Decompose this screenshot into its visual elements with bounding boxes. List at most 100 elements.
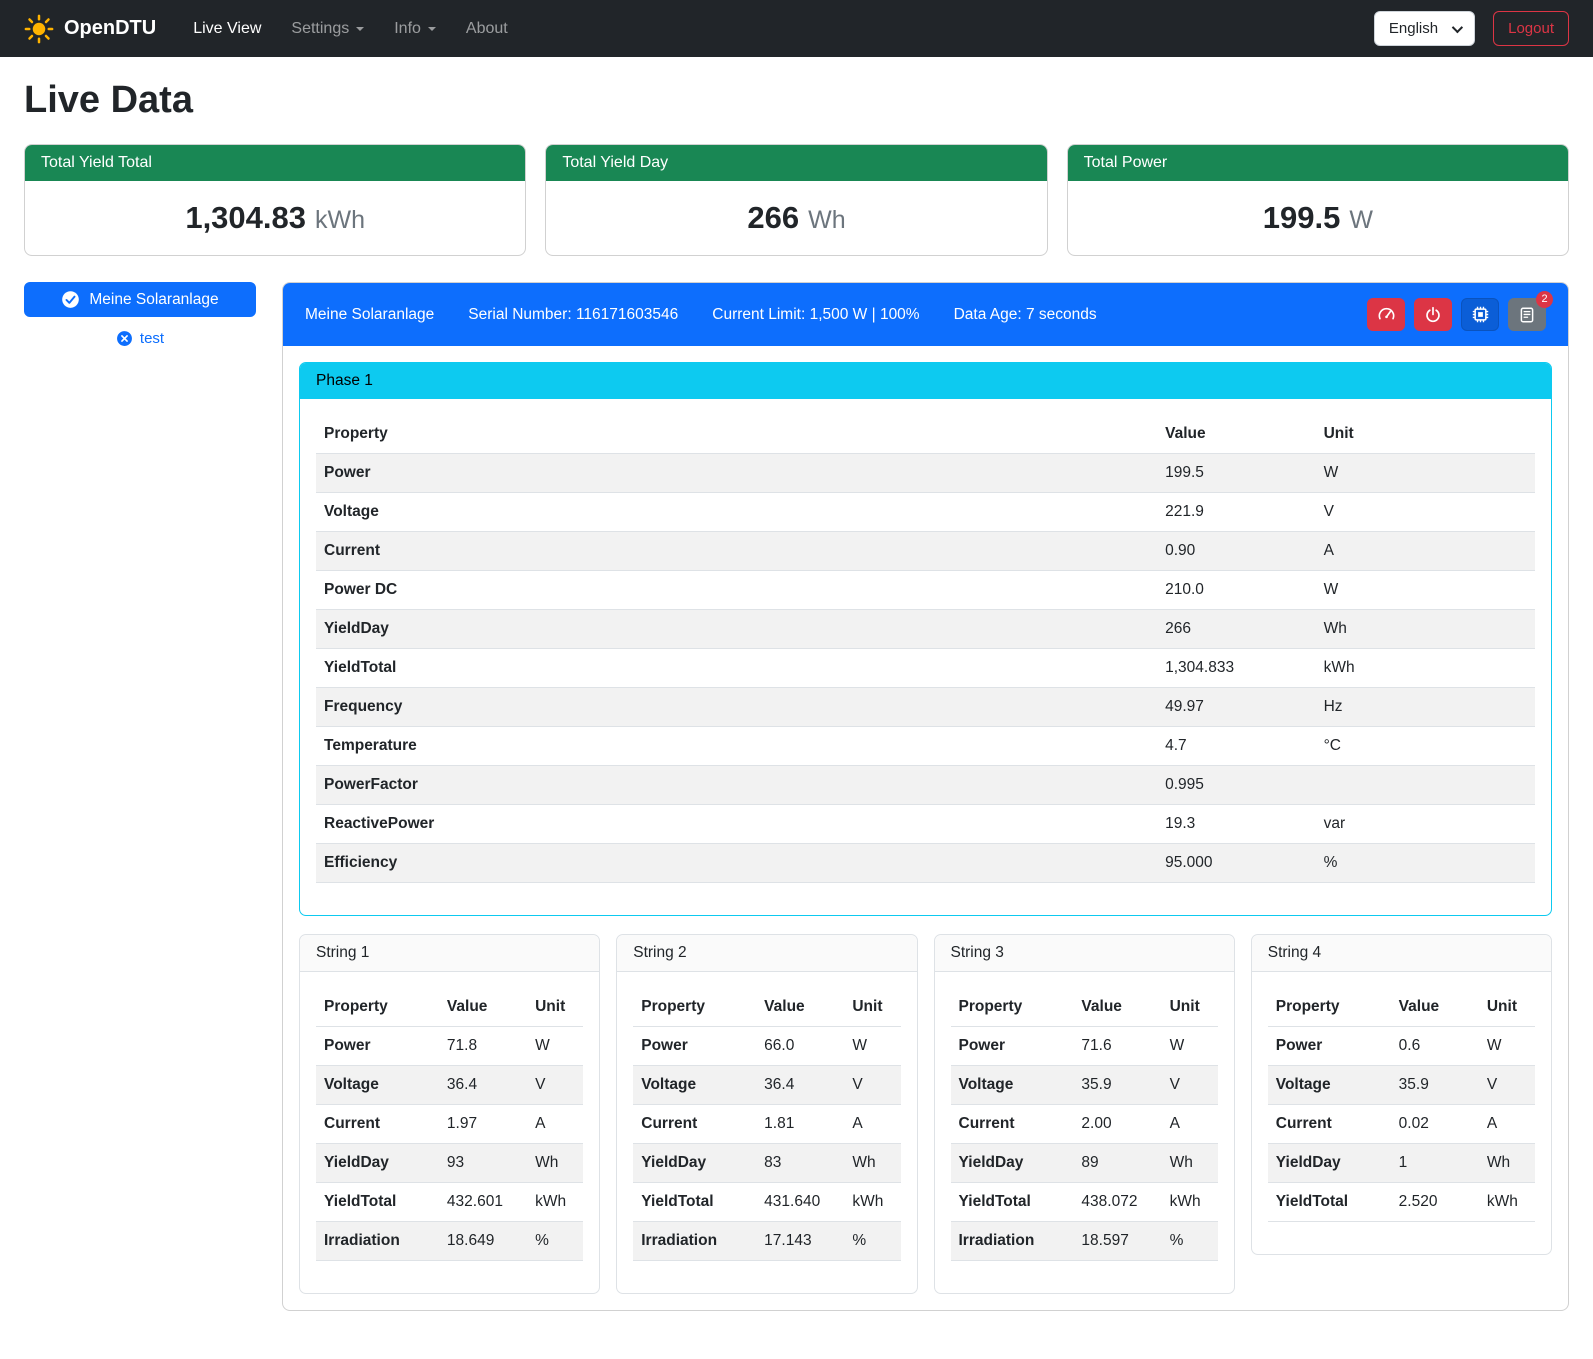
value-cell: 1,304.833 <box>1157 649 1315 688</box>
unit-cell: % <box>527 1222 583 1261</box>
language-select[interactable]: English <box>1374 11 1475 46</box>
cpu-icon <box>1471 305 1490 324</box>
value-cell: 93 <box>439 1144 527 1183</box>
inverter-actions: 2 <box>1367 298 1546 331</box>
value-cell: 0.995 <box>1157 766 1315 805</box>
string-card-body: Property Value Unit Power <box>1252 972 1551 1254</box>
column-header-value: Value <box>439 988 527 1027</box>
nav-item-info-label: Info <box>394 20 421 38</box>
value-cell: 4.7 <box>1157 727 1315 766</box>
device-info-button[interactable] <box>1461 298 1499 331</box>
column-header-property: Property <box>316 415 1157 454</box>
string-card-1: String 1 Property Value Unit <box>299 934 600 1294</box>
property-cell: YieldTotal <box>633 1183 756 1222</box>
value-cell: 36.4 <box>439 1066 527 1105</box>
property-cell: Current <box>1268 1105 1391 1144</box>
inverter-limit: Current Limit: 1,500 W | 100% <box>712 306 919 324</box>
table-row: YieldDay 1 Wh <box>1268 1144 1535 1183</box>
property-cell: YieldDay <box>951 1144 1074 1183</box>
table-row: Irradiation 18.649 % <box>316 1222 583 1261</box>
phase-table: Property Value Unit Power <box>316 415 1535 883</box>
table-row: Irradiation 18.597 % <box>951 1222 1218 1261</box>
property-cell: Power <box>316 454 1157 493</box>
string-card-title: String 3 <box>935 935 1234 972</box>
string-card-body: Property Value Unit Power <box>935 972 1234 1293</box>
summary-card-body: 199.5W <box>1068 181 1568 255</box>
unit-cell: W <box>1162 1027 1218 1066</box>
summary-value: 1,304.83 <box>185 200 306 235</box>
nav-item-live-view[interactable]: Live View <box>178 12 276 46</box>
column-header-unit: Unit <box>844 988 900 1027</box>
unit-cell: V <box>1316 493 1535 532</box>
nav-item-info[interactable]: Info <box>379 12 451 46</box>
unit-cell: A <box>1162 1105 1218 1144</box>
table-row: Current 0.90 A <box>316 532 1535 571</box>
table-header-row: Property Value Unit <box>951 988 1218 1027</box>
column-header-unit: Unit <box>527 988 583 1027</box>
value-cell: 199.5 <box>1157 454 1315 493</box>
value-cell: 0.02 <box>1391 1105 1479 1144</box>
value-cell: 66.0 <box>756 1027 844 1066</box>
summary-card-title: Total Yield Total <box>25 145 525 181</box>
unit-cell: W <box>1316 571 1535 610</box>
unit-cell: % <box>1162 1222 1218 1261</box>
column-header-value: Value <box>1391 988 1479 1027</box>
sidebar-item-meine-solaranlage[interactable]: Meine Solaranlage <box>24 282 256 317</box>
table-row: Voltage 221.9 V <box>316 493 1535 532</box>
limit-settings-button[interactable] <box>1367 298 1405 331</box>
string-table: Property Value Unit Power <box>951 988 1218 1261</box>
navbar: OpenDTU Live View Settings Info About En… <box>0 0 1593 57</box>
column-header-value: Value <box>756 988 844 1027</box>
property-cell: Power DC <box>316 571 1157 610</box>
power-button[interactable] <box>1414 298 1452 331</box>
value-cell: 0.90 <box>1157 532 1315 571</box>
property-cell: Frequency <box>316 688 1157 727</box>
summary-card-body: 266Wh <box>546 181 1046 255</box>
column-header-unit: Unit <box>1479 988 1535 1027</box>
nav-item-about[interactable]: About <box>451 12 523 46</box>
unit-cell: V <box>844 1066 900 1105</box>
table-row: Irradiation 17.143 % <box>633 1222 900 1261</box>
language-select-value: English <box>1389 20 1438 37</box>
content-row: Meine Solaranlage test Meine Solaranlage… <box>24 282 1569 1311</box>
inverter-panel: Meine Solaranlage Serial Number: 1161716… <box>282 282 1569 1311</box>
phase-card-title: Phase 1 <box>300 363 1551 399</box>
sidebar-item-label: Meine Solaranlage <box>89 291 218 309</box>
value-cell: 36.4 <box>756 1066 844 1105</box>
property-cell: YieldDay <box>633 1144 756 1183</box>
unit-cell: V <box>527 1066 583 1105</box>
nav-item-settings[interactable]: Settings <box>276 12 379 46</box>
table-row: Power 71.6 W <box>951 1027 1218 1066</box>
unit-cell: A <box>527 1105 583 1144</box>
page: Live Data Total Yield Total 1,304.83kWh … <box>0 57 1593 1335</box>
property-cell: Temperature <box>316 727 1157 766</box>
table-row: Current 1.81 A <box>633 1105 900 1144</box>
brand[interactable]: OpenDTU <box>24 14 156 44</box>
table-row: PowerFactor 0.995 <box>316 766 1535 805</box>
string-card-title: String 2 <box>617 935 916 972</box>
nav-item-live-view-label: Live View <box>193 20 261 38</box>
sidebar-item-test[interactable]: test <box>24 330 256 347</box>
phase-card: Phase 1 Property Value Unit <box>299 362 1552 916</box>
unit-cell: Wh <box>1162 1144 1218 1183</box>
value-cell: 1.97 <box>439 1105 527 1144</box>
logout-button[interactable]: Logout <box>1493 11 1569 46</box>
summary-value: 266 <box>747 200 799 235</box>
table-row: YieldTotal 2.520 kWh <box>1268 1183 1535 1222</box>
summary-unit: kWh <box>315 206 365 234</box>
table-row: Voltage 35.9 V <box>1268 1066 1535 1105</box>
inverter-data-age: Data Age: 7 seconds <box>954 306 1097 324</box>
events-button[interactable]: 2 <box>1508 298 1546 331</box>
table-header-row: Property Value Unit <box>316 415 1535 454</box>
table-row: Power DC 210.0 W <box>316 571 1535 610</box>
table-row: YieldTotal 432.601 kWh <box>316 1183 583 1222</box>
string-table: Property Value Unit Power <box>633 988 900 1261</box>
value-cell: 210.0 <box>1157 571 1315 610</box>
unit-cell: kWh <box>844 1183 900 1222</box>
property-cell: Efficiency <box>316 844 1157 883</box>
summary-card-title: Total Power <box>1068 145 1568 181</box>
summary-cards: Total Yield Total 1,304.83kWh Total Yiel… <box>24 144 1569 256</box>
table-row: Power 199.5 W <box>316 454 1535 493</box>
property-cell: Voltage <box>1268 1066 1391 1105</box>
unit-cell: W <box>844 1027 900 1066</box>
